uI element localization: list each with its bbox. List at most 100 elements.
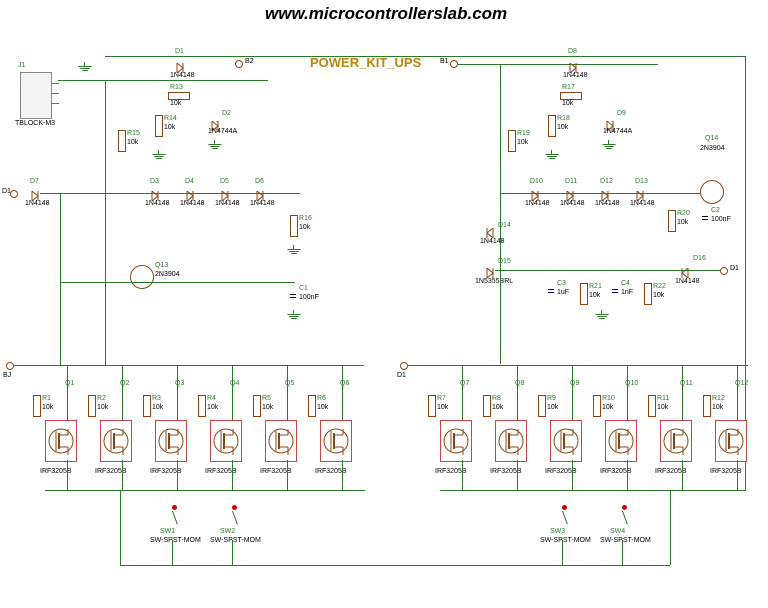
res-r17 [560,92,582,100]
port-bj [6,362,14,370]
r13-val: 10k [170,100,181,107]
res-r10 [593,395,601,417]
d4-val: 1N4148 [180,200,205,207]
r17-ref: R17 [562,84,575,91]
diode-d8 [568,60,578,70]
d11-ref: D11 [565,178,577,185]
r19-val: 10k [517,139,528,146]
j1-type: TBLOCK-M3 [15,120,55,127]
res-r20 [668,210,676,232]
r17-val: 10k [562,100,573,107]
res-r7 [428,395,436,417]
d3-val: 1N4148 [145,200,170,207]
r1-val: 10k [42,404,53,411]
r9-ref: R9 [547,395,556,402]
c2-val: 100nF [711,216,731,223]
diode-d6 [255,188,265,198]
mosfet-q7 [440,420,472,462]
port-d1-mid [400,362,408,370]
diode-d10 [530,188,540,198]
c2-ref: C2 [711,207,720,214]
gnd-icon [287,310,301,320]
r8-val: 10k [492,404,503,411]
r7-val: 10k [437,404,448,411]
diode-d15 [485,265,495,275]
res-r4 [198,395,206,417]
port-d1-left [10,190,18,198]
d10-ref: D10 [530,178,543,185]
diode-d4 [185,188,195,198]
sw4-val: SW-SPST-MOM [600,537,651,544]
r14-val: 10k [164,124,175,131]
res-r15 [118,130,126,152]
r22-val: 10k [653,292,664,299]
r4-val: 10k [207,404,218,411]
port-b2 [235,60,243,68]
res-r11 [648,395,656,417]
mosfet-q4 [210,420,242,462]
r1-ref: R1 [42,395,51,402]
q13-val: 2N3904 [155,271,180,278]
res-r22 [644,283,652,305]
gnd-icon [287,245,301,255]
d1-val: 1N4148 [170,72,195,79]
res-r1 [33,395,41,417]
d7-ref: D7 [30,178,39,185]
r15-ref: R15 [127,130,140,137]
transistor-q14 [700,180,724,204]
b2-label: B2 [245,58,254,65]
d5-ref: D5 [220,178,229,185]
r5-ref: R5 [262,395,271,402]
c3-ref: C3 [557,280,566,287]
res-r3 [143,395,151,417]
r9-val: 10k [547,404,558,411]
gnd-icon [152,150,166,160]
mosfet-q9 [550,420,582,462]
watermark: www.microcontrollerslab.com [265,4,507,24]
mosfet-q5 [265,420,297,462]
diode-d5 [220,188,230,198]
r3-val: 10k [152,404,163,411]
d8-val: 1N4148 [563,72,588,79]
d4-ref: D4 [185,178,194,185]
d13-val: 1N4148 [630,200,655,207]
r21-ref: R21 [589,283,602,290]
diode-d13 [635,188,645,198]
d2-ref: D2 [222,110,231,117]
res-r5 [253,395,261,417]
diode-d3 [150,188,160,198]
res-r8 [483,395,491,417]
res-r18 [548,115,556,137]
b1r-label: B1 [440,58,449,65]
gnd-icon [545,150,559,160]
d9-val: 1N4744A [603,128,632,135]
r11-val: 10k [657,404,668,411]
d12-val: 1N4148 [595,200,620,207]
d1b-label: D1 [397,372,406,379]
sw3-ref: SW3 [550,528,565,535]
gnd-icon [208,140,222,150]
res-r9 [538,395,546,417]
gnd-icon [595,310,609,320]
c3-val: 1uF [557,289,569,296]
d7-val: 1N4148 [25,200,50,207]
sw3-val: SW-SPST-MOM [540,537,591,544]
r20-ref: R20 [677,210,690,217]
c4-ref: C4 [621,280,630,287]
d16-val: 1N4148 [675,278,700,285]
r22-ref: R22 [653,283,666,290]
r2-ref: R2 [97,395,106,402]
d15-val: 1N5355BRL [475,278,513,285]
res-r16 [290,215,298,237]
q14-val: 2N3904 [700,145,725,152]
port-b1-right [450,60,458,68]
d13-ref: D13 [635,178,648,185]
r5-val: 10k [262,404,273,411]
d6-ref: D6 [255,178,264,185]
d1c-label: D1 [730,265,739,272]
res-r13 [168,92,190,100]
gnd-icon [78,62,92,72]
diode-d7 [30,188,40,198]
res-r21 [580,283,588,305]
sw4-ref: SW4 [610,528,625,535]
